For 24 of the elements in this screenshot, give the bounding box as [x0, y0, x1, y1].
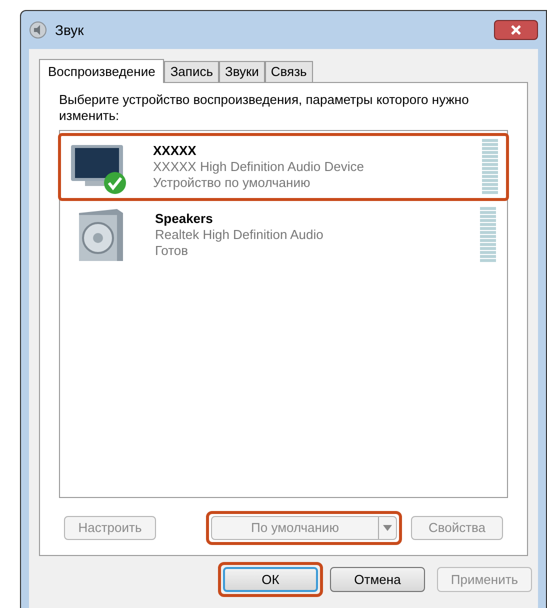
dialog-button[interactable]: ОК — [223, 567, 318, 592]
tab[interactable]: Связь — [264, 61, 313, 82]
tab[interactable]: Звуки — [218, 61, 265, 82]
device-description: XXXXX High Definition Audio Device — [153, 159, 366, 175]
device-item[interactable]: XXXXX XXXXX High Definition Audio Device Устройство по умолчанию — [58, 133, 509, 201]
window-title: Звук — [55, 20, 84, 40]
device-item[interactable]: Speakers Realtek High Definition Audio Готов — [60, 201, 507, 269]
dropdown-caret-icon — [383, 525, 392, 531]
speaker-app-icon — [29, 21, 47, 39]
device-status: Устройство по умолчанию — [153, 175, 312, 191]
monitor-icon — [71, 145, 123, 186]
tab[interactable]: Запись — [164, 61, 219, 82]
device-name: XXXXX — [153, 143, 198, 159]
instruction-text: Выберите устройство воспроизведения, параметры которого нужно изменить: — [59, 92, 470, 124]
level-meter-icon — [480, 207, 496, 263]
device-name: Speakers — [155, 211, 214, 227]
device-description: Realtek High Definition Audio — [155, 227, 324, 243]
dialog-button[interactable]: Отмена — [330, 567, 425, 592]
level-meter-icon — [482, 139, 498, 195]
close-button[interactable] — [494, 20, 538, 40]
tab[interactable]: Воспроизведение — [39, 59, 164, 83]
close-icon — [510, 24, 522, 36]
device-status: Готов — [155, 243, 190, 259]
speaker-icon — [79, 209, 123, 261]
